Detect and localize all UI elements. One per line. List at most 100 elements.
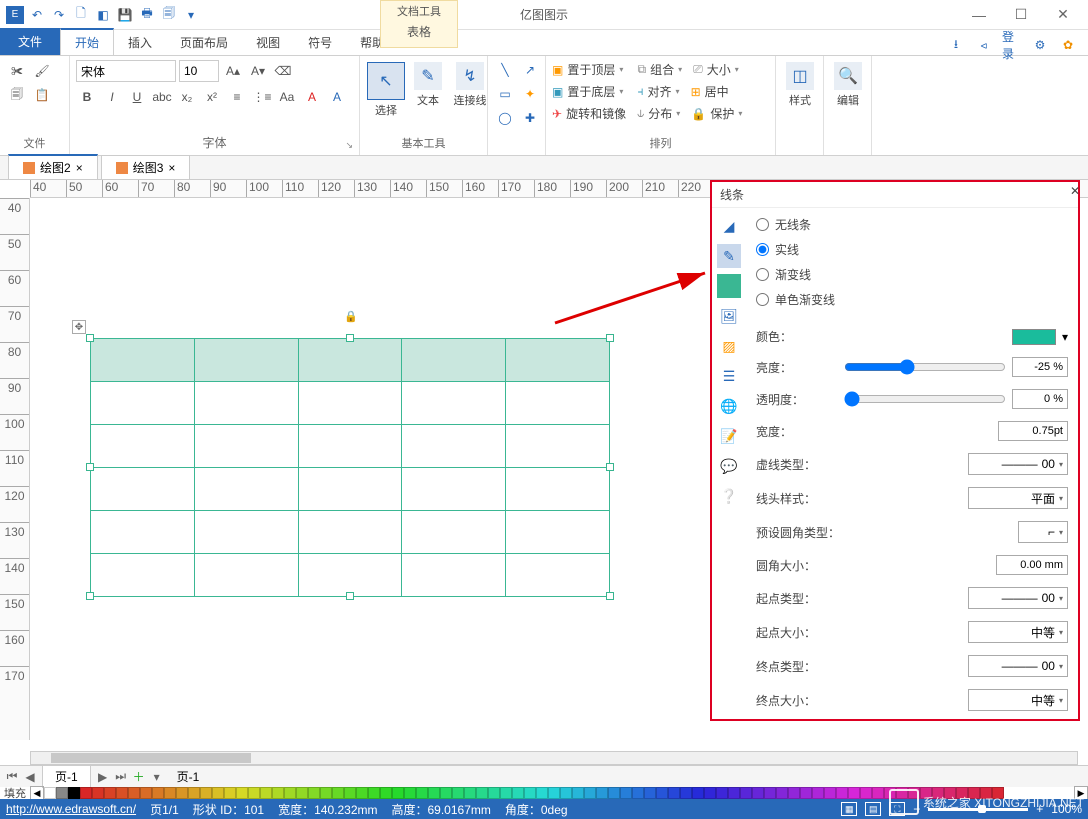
undo-button[interactable]: ↶ — [28, 6, 46, 24]
color-swatch[interactable] — [668, 787, 680, 799]
zoom-value[interactable]: 100% — [1051, 802, 1082, 816]
status-url[interactable]: http://www.edrawsoft.cn/ — [6, 802, 136, 816]
color-swatch[interactable] — [752, 787, 764, 799]
send-back[interactable]: ▣置于底层▾ ⫞对齐▾ ⊞居中 — [552, 82, 729, 101]
color-swatch[interactable] — [740, 787, 752, 799]
open-button[interactable]: ◧ — [94, 6, 112, 24]
color-swatch[interactable] — [248, 787, 260, 799]
color-swatch[interactable] — [188, 787, 200, 799]
page-prev-icon[interactable]: ◀ — [22, 769, 38, 785]
color-swatch[interactable] — [788, 787, 800, 799]
view-normal-icon[interactable]: ▦ — [841, 802, 857, 816]
color-swatch[interactable] — [92, 787, 104, 799]
rotate-handle-icon[interactable]: 🔒 — [344, 310, 356, 322]
color-swatch[interactable] — [500, 787, 512, 799]
rect-shape[interactable]: ▭ — [494, 84, 516, 104]
color-swatch[interactable] — [236, 787, 248, 799]
radio-no-line[interactable]: 无线条 — [756, 216, 1068, 233]
view-outline-icon[interactable]: ▤ — [865, 802, 881, 816]
font-name-select[interactable] — [76, 60, 176, 82]
table-shape[interactable] — [90, 338, 610, 597]
maximize-button[interactable]: ☐ — [1006, 5, 1036, 25]
tab-file[interactable]: 文件 — [0, 28, 60, 55]
shadow-panel-icon[interactable]: ▨ — [717, 334, 741, 358]
brightness-slider[interactable] — [844, 359, 1006, 375]
arrow-shape[interactable]: ↗ — [519, 60, 541, 80]
color-swatch[interactable] — [824, 787, 836, 799]
page-last-icon[interactable]: ⏭ — [113, 769, 129, 785]
color-swatch[interactable] — [224, 787, 236, 799]
ruler-vertical[interactable]: 405060708090100110120130140150160170 — [0, 198, 30, 740]
subscript-button[interactable]: x₂ — [176, 86, 198, 108]
start-size-combo[interactable]: 中等▾ — [968, 621, 1068, 643]
doc-tab-1[interactable]: 绘图2× — [8, 154, 98, 179]
corner-preset-combo[interactable]: ⌐▾ — [1018, 521, 1068, 543]
connector-tool[interactable]: ↯连接线 — [450, 60, 490, 110]
color-swatch[interactable] — [308, 787, 320, 799]
color-swatch[interactable] — [932, 787, 944, 799]
color-swatch[interactable] — [992, 787, 1004, 799]
radio-single-gradient-line[interactable]: 单色渐变线 — [756, 291, 1068, 308]
font-size-select[interactable] — [179, 60, 219, 82]
page-first-icon[interactable]: ⏮ — [4, 769, 20, 785]
color-swatch[interactable] — [536, 787, 548, 799]
scrollbar-thumb[interactable] — [51, 753, 251, 763]
resize-handle[interactable] — [606, 463, 614, 471]
underline-button[interactable]: U — [126, 86, 148, 108]
italic-button[interactable]: I — [101, 86, 123, 108]
color-swatch[interactable] — [68, 787, 80, 799]
help-panel-icon[interactable]: ❔ — [717, 484, 741, 508]
select-tool[interactable]: ↖选择 — [366, 60, 406, 120]
color-swatch[interactable] — [632, 787, 644, 799]
context-tab-table[interactable]: 文档工具 表格 — [380, 0, 458, 48]
print-button[interactable]: 🖶 — [138, 6, 156, 24]
color-swatch[interactable] — [140, 787, 152, 799]
rotate-mirror[interactable]: ✈旋转和镜像 ⫝分布▾ 🔒保护▾ — [552, 104, 742, 123]
color-swatch[interactable] — [944, 787, 956, 799]
highlight-button[interactable]: A — [326, 86, 348, 108]
end-type-combo[interactable]: ———00▾ — [968, 655, 1068, 677]
web-panel-icon[interactable]: 🌐 — [717, 394, 741, 418]
share-icon[interactable]: ⪦ — [974, 35, 994, 55]
color-swatch[interactable] — [428, 787, 440, 799]
style-button[interactable]: ◫样式 — [782, 60, 818, 110]
copy-icon[interactable]: 🗐 — [6, 84, 28, 106]
color-swatch[interactable] — [644, 787, 656, 799]
color-swatch[interactable] — [296, 787, 308, 799]
color-swatch[interactable] — [596, 787, 608, 799]
page-next-icon[interactable]: ▶ — [95, 769, 111, 785]
line-panel-icon[interactable]: ✎ — [717, 244, 741, 268]
zoom-slider[interactable] — [928, 808, 1028, 811]
color-swatch[interactable] — [848, 787, 860, 799]
color-swatch[interactable] — [404, 787, 416, 799]
strikethrough-button[interactable]: abc — [151, 86, 173, 108]
transparency-input[interactable] — [1012, 389, 1068, 409]
color-swatch[interactable] — [680, 787, 692, 799]
palette-prev-icon[interactable]: ◀ — [30, 786, 44, 800]
color-swatch[interactable] — [920, 787, 932, 799]
font-color-button[interactable]: A — [301, 86, 323, 108]
color-swatches[interactable] — [44, 787, 1074, 799]
color-swatch[interactable] — [776, 787, 788, 799]
color-swatch[interactable] — [380, 787, 392, 799]
radio-gradient-line[interactable]: 渐变线 — [756, 266, 1068, 283]
color-swatch[interactable] — [356, 787, 368, 799]
color-swatch[interactable] — [764, 787, 776, 799]
end-size-combo[interactable]: 中等▾ — [968, 689, 1068, 711]
ellipse-shape[interactable]: ◯ — [494, 108, 516, 128]
change-case-button[interactable]: Aa — [276, 86, 298, 108]
color-swatch[interactable] — [968, 787, 980, 799]
new-button[interactable]: 🗋 — [72, 6, 90, 24]
color-swatch[interactable] — [800, 787, 812, 799]
resize-handle[interactable] — [86, 463, 94, 471]
crop-shape[interactable]: ✚ — [519, 108, 541, 128]
color-swatch[interactable] — [368, 787, 380, 799]
format-painter-icon[interactable]: 🖌 — [31, 60, 53, 82]
color-swatch[interactable] — [116, 787, 128, 799]
brightness-input[interactable] — [1012, 357, 1068, 377]
color-swatch[interactable] — [860, 787, 872, 799]
line-spacing-button[interactable]: ≡ — [226, 86, 248, 108]
color-swatch[interactable] — [272, 787, 284, 799]
color-swatch[interactable] — [560, 787, 572, 799]
font-dialog-launcher[interactable]: ↘ — [345, 140, 353, 151]
